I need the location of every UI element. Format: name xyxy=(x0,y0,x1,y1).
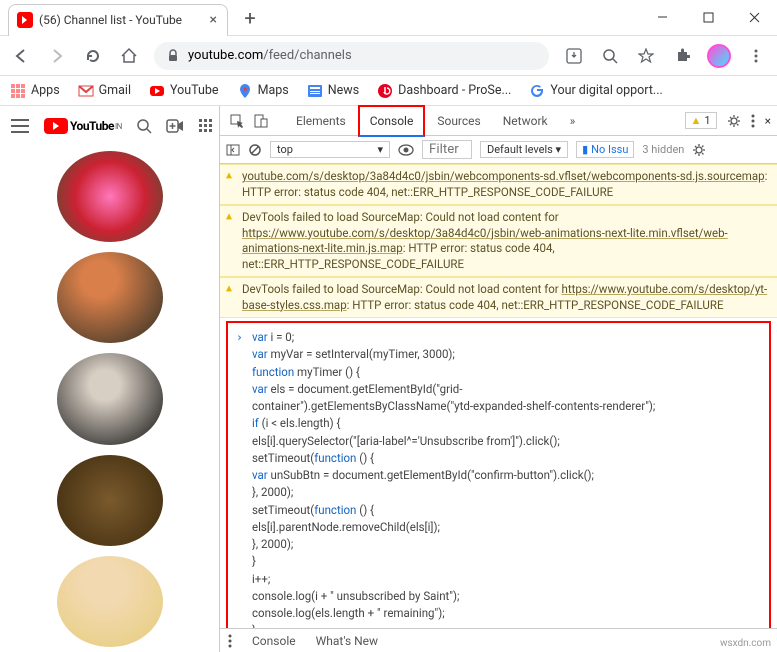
channel-avatar[interactable] xyxy=(57,556,163,647)
window-titlebar: (56) Channel list - YouTube × + xyxy=(0,0,777,36)
console-warning: youtube.com/s/desktop/3a84d4c0/jsbin/web… xyxy=(220,164,777,205)
filter-input[interactable] xyxy=(422,140,472,159)
tab-elements[interactable]: Elements xyxy=(286,107,356,135)
clear-console-icon[interactable] xyxy=(248,143,262,157)
drawer-tab-console[interactable]: Console xyxy=(252,634,296,648)
bookmarks-bar: Apps Gmail YouTube Maps News Dashboard -… xyxy=(0,76,777,106)
maps-icon xyxy=(237,83,253,99)
channel-avatar[interactable] xyxy=(57,353,163,444)
tab-network[interactable]: Network xyxy=(493,107,558,135)
home-button[interactable] xyxy=(118,45,140,67)
address-bar[interactable]: youtube.com/feed/channels xyxy=(154,42,549,70)
settings-icon[interactable] xyxy=(727,114,741,128)
close-tab-icon[interactable]: × xyxy=(210,12,217,28)
console-sidebar-toggle-icon[interactable] xyxy=(226,144,240,156)
watermark: wsxdn.com xyxy=(720,638,771,649)
lock-icon xyxy=(166,49,180,63)
close-window-button[interactable] xyxy=(731,0,777,36)
devtools-menu-icon[interactable] xyxy=(751,114,755,128)
youtube-icon xyxy=(149,83,165,99)
search-icon[interactable] xyxy=(599,45,621,67)
reload-button[interactable] xyxy=(82,45,104,67)
drawer-tab-whatsnew[interactable]: What's New xyxy=(316,634,378,648)
bookmark-opportunities[interactable]: Your digital opport... xyxy=(529,83,662,99)
levels-selector[interactable]: Default levels ▾ xyxy=(480,141,568,158)
console-warning: DevTools failed to load SourceMap: Could… xyxy=(220,277,777,318)
youtube-search-icon[interactable] xyxy=(136,118,152,134)
channel-avatar[interactable] xyxy=(57,252,163,343)
more-tabs-icon[interactable]: » xyxy=(560,107,586,135)
bookmark-star-icon[interactable] xyxy=(635,45,657,67)
bookmark-maps[interactable]: Maps xyxy=(237,83,289,99)
channel-list xyxy=(0,146,219,652)
console-warning: DevTools failed to load SourceMap: Could… xyxy=(220,205,777,277)
device-icon[interactable] xyxy=(250,110,272,132)
back-button[interactable] xyxy=(10,45,32,67)
minimize-button[interactable] xyxy=(639,0,685,36)
browser-toolbar: youtube.com/feed/channels xyxy=(0,36,777,76)
issues-badge[interactable]: ▲1 xyxy=(685,112,717,129)
news-icon xyxy=(307,83,323,99)
hidden-count: 3 hidden xyxy=(642,143,684,156)
gmail-icon xyxy=(78,83,94,99)
bookmark-youtube[interactable]: YouTube xyxy=(149,83,219,99)
bookmark-gmail[interactable]: Gmail xyxy=(78,83,131,99)
tab-sources[interactable]: Sources xyxy=(427,107,490,135)
devtools-tabs: Elements Console Sources Network » ▲1 × xyxy=(220,106,777,136)
create-video-icon[interactable] xyxy=(166,119,184,133)
google-g-icon xyxy=(529,83,545,99)
maximize-button[interactable] xyxy=(685,0,731,36)
pinterest-icon xyxy=(377,83,393,99)
channel-avatar[interactable] xyxy=(57,455,163,546)
profile-avatar-icon[interactable] xyxy=(707,44,731,68)
channel-avatar[interactable] xyxy=(57,151,163,242)
console-toolbar: top▾ Default levels ▾ ▮No Issu 3 hidden xyxy=(220,136,777,164)
bookmark-apps[interactable]: Apps xyxy=(10,83,60,98)
extensions-icon[interactable] xyxy=(671,45,693,67)
tab-console[interactable]: Console xyxy=(358,105,426,137)
new-tab-button[interactable]: + xyxy=(236,4,264,32)
devtools-close-icon[interactable]: × xyxy=(765,114,771,128)
live-expression-icon[interactable] xyxy=(398,144,414,156)
install-app-icon[interactable] xyxy=(563,45,585,67)
url-domain: youtube.com xyxy=(188,48,263,63)
bookmark-news[interactable]: News xyxy=(307,83,359,99)
drawer-menu-icon[interactable] xyxy=(228,634,232,648)
hamburger-icon[interactable] xyxy=(10,118,30,134)
console-output[interactable]: youtube.com/s/desktop/3a84d4c0/jsbin/web… xyxy=(220,164,777,628)
inspect-icon[interactable] xyxy=(226,110,248,132)
tab-title: (56) Channel list - YouTube xyxy=(39,13,182,27)
console-input-code: var i = 0; var myVar = setInterval(myTim… xyxy=(226,321,771,628)
no-issues-button[interactable]: ▮No Issu xyxy=(576,141,634,158)
browser-tab[interactable]: (56) Channel list - YouTube × xyxy=(8,4,228,36)
devtools-drawer: Console What's New xyxy=(220,628,777,652)
url-path: /feed/channels xyxy=(263,48,351,63)
apps-icon xyxy=(10,83,26,98)
console-settings-icon[interactable] xyxy=(692,143,706,157)
youtube-play-icon xyxy=(44,118,68,134)
youtube-logo[interactable]: YouTubeIN xyxy=(44,118,122,134)
forward-button[interactable] xyxy=(46,45,68,67)
context-selector[interactable]: top▾ xyxy=(270,141,390,158)
youtube-page: YouTubeIN xyxy=(0,106,220,652)
chrome-menu-icon[interactable] xyxy=(745,45,767,67)
youtube-header: YouTubeIN xyxy=(0,106,219,146)
apps-grid-icon[interactable] xyxy=(198,118,214,134)
devtools-panel: Elements Console Sources Network » ▲1 × … xyxy=(220,106,777,652)
youtube-favicon-icon xyxy=(17,12,33,28)
bookmark-dashboard[interactable]: Dashboard - ProSe... xyxy=(377,83,511,99)
